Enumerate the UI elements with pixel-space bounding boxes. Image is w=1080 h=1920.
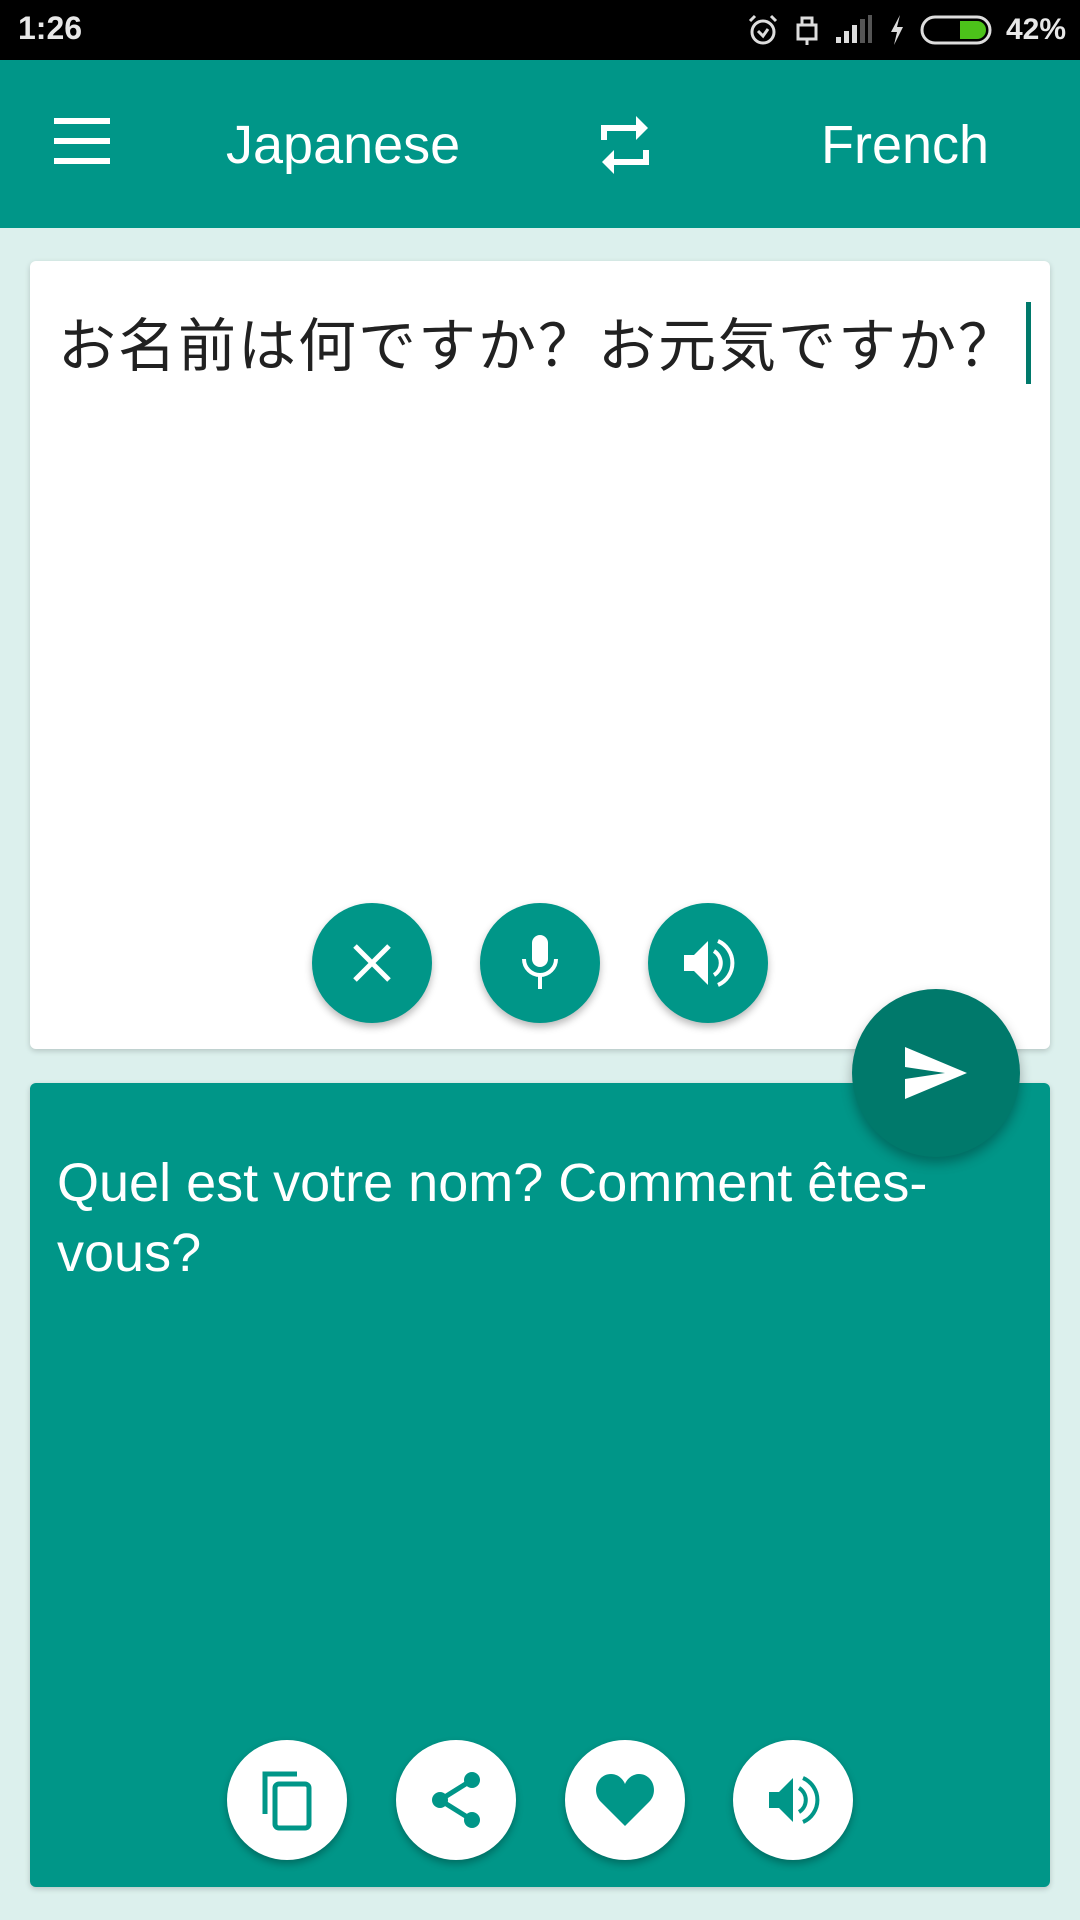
source-text-input[interactable]: お名前は何ですか？お元気ですか？ <box>58 299 1032 384</box>
battery-percent: 42% <box>1005 13 1066 46</box>
copy-icon <box>262 1771 312 1831</box>
status-icons: 42% <box>746 8 1066 52</box>
microphone-icon <box>522 935 558 989</box>
status-bar: 1:26 42% <box>0 0 1080 60</box>
alarm-icon <box>748 14 778 45</box>
share-icon <box>432 1772 480 1828</box>
output-card: Quel est votre nom? Comment êtes-vous? <box>30 1083 1050 1887</box>
signal-icon <box>835 15 872 43</box>
input-card: お名前は何ですか？お元気ですか？ <box>30 261 1050 1049</box>
charging-icon <box>890 15 903 45</box>
status-time: 1:26 <box>18 10 83 46</box>
usb-lock-icon <box>796 16 818 45</box>
source-language-selector[interactable]: Japanese <box>226 114 460 176</box>
share-button[interactable] <box>396 1740 516 1860</box>
hamburger-menu-icon[interactable] <box>50 118 116 168</box>
close-icon <box>353 944 391 982</box>
translated-text: Quel est votre nom? Comment êtes-vous? <box>57 1153 928 1283</box>
app-toolbar: Japanese French <box>0 60 1080 228</box>
speak-translation-button[interactable] <box>733 1740 853 1860</box>
swap-languages-icon[interactable] <box>590 110 660 180</box>
translate-button[interactable] <box>852 989 1020 1157</box>
copy-button[interactable] <box>227 1740 347 1860</box>
speaker-icon <box>684 939 735 987</box>
heart-icon <box>596 1774 654 1826</box>
send-icon <box>905 1047 967 1099</box>
speak-source-button[interactable] <box>648 903 768 1023</box>
source-text: お名前は何ですか？お元気ですか？ <box>58 314 1019 379</box>
favorite-button[interactable] <box>565 1740 685 1860</box>
speaker-icon <box>769 1776 820 1824</box>
text-cursor <box>1026 302 1032 384</box>
target-language-selector[interactable]: French <box>821 114 989 176</box>
microphone-button[interactable] <box>480 903 600 1023</box>
clear-button[interactable] <box>312 903 432 1023</box>
battery-icon <box>920 15 992 45</box>
